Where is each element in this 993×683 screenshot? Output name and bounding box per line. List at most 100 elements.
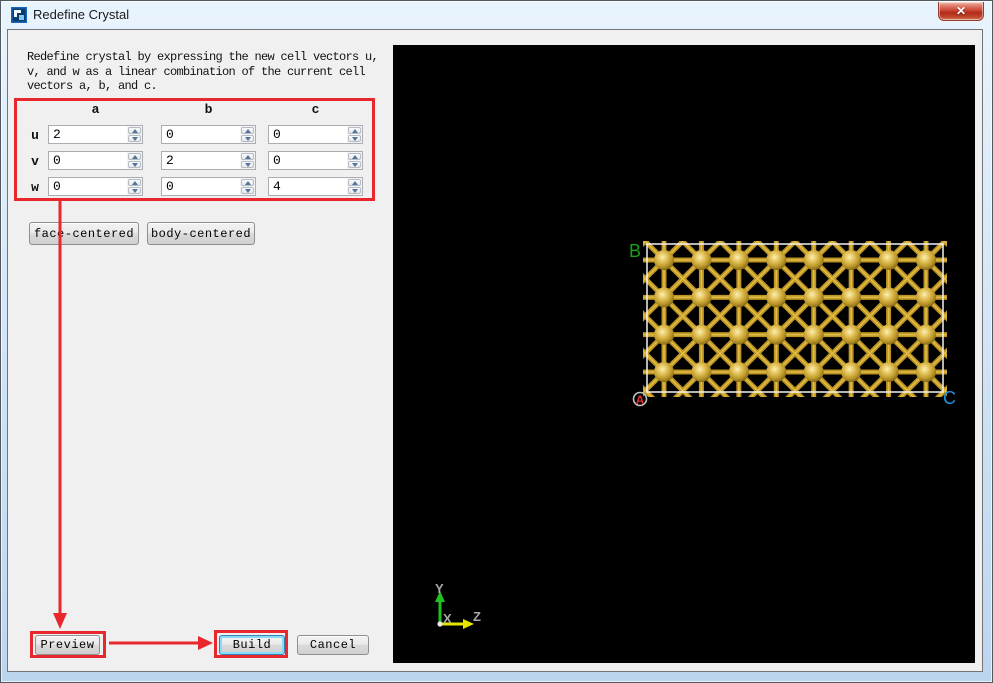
dialog-window: Redefine Crystal ✕ Redefine crystal by e… — [0, 0, 993, 683]
spinner-w-a — [127, 178, 142, 195]
atom — [804, 362, 824, 382]
matrix-col-header-a: a — [48, 102, 143, 117]
arrow-down-icon — [352, 163, 358, 167]
matrix-input-v-a[interactable] — [49, 152, 127, 169]
atom — [691, 250, 711, 270]
matrix-row-header-u: u — [27, 128, 43, 143]
cell-axis-c-label: C — [943, 388, 956, 408]
build-button[interactable]: Build — [219, 635, 285, 655]
spinner-w-c — [347, 178, 362, 195]
y-axis-label: Y — [435, 581, 444, 596]
matrix-input-w-a[interactable] — [49, 178, 127, 195]
spin-up-button[interactable] — [241, 153, 254, 160]
matrix-col-header-c: c — [268, 102, 363, 117]
spin-down-button[interactable] — [348, 187, 361, 194]
spin-down-button[interactable] — [241, 135, 254, 142]
annotation-arrow-down-head — [53, 613, 67, 629]
spin-down-button[interactable] — [348, 161, 361, 168]
structure-viewport-3d[interactable]: B A C Y Z X — [393, 45, 975, 663]
matrix-input-u-c[interactable] — [269, 126, 347, 143]
spin-down-button[interactable] — [128, 187, 141, 194]
atom — [841, 362, 861, 382]
spin-down-button[interactable] — [241, 161, 254, 168]
orientation-triad: Y Z X — [435, 581, 481, 629]
atom — [691, 362, 711, 382]
spin-down-button[interactable] — [128, 161, 141, 168]
arrow-down-icon — [245, 163, 251, 167]
cancel-button[interactable]: Cancel — [297, 635, 369, 655]
atom — [766, 362, 786, 382]
arrow-up-icon — [245, 181, 251, 185]
x-axis-label: X — [443, 611, 452, 626]
matrix-input-w-b[interactable] — [162, 178, 240, 195]
crystal-scene: B A C Y Z X — [393, 45, 975, 663]
matrix-input-v-c[interactable] — [269, 152, 347, 169]
matrix-cell-u-b — [161, 125, 256, 144]
arrow-up-icon — [245, 155, 251, 159]
spin-up-button[interactable] — [241, 127, 254, 134]
atom — [841, 325, 861, 345]
cell-axis-a-label: A — [636, 393, 645, 407]
atom — [729, 250, 749, 270]
atom — [841, 250, 861, 270]
arrow-down-icon — [245, 137, 251, 141]
matrix-input-u-a[interactable] — [49, 126, 127, 143]
arrow-down-icon — [352, 137, 358, 141]
spinner-w-b — [240, 178, 255, 195]
title-bar[interactable]: Redefine Crystal ✕ — [1, 1, 992, 29]
spin-down-button[interactable] — [348, 135, 361, 142]
matrix-cell-v-a — [48, 151, 143, 170]
spin-down-button[interactable] — [241, 187, 254, 194]
cell-axis-b-label: B — [629, 241, 641, 261]
arrow-down-icon — [245, 189, 251, 193]
spin-up-button[interactable] — [241, 179, 254, 186]
atom — [766, 250, 786, 270]
arrow-down-icon — [132, 163, 138, 167]
atom — [879, 250, 899, 270]
arrow-up-icon — [352, 181, 358, 185]
app-icon — [11, 7, 27, 23]
spin-down-button[interactable] — [128, 135, 141, 142]
spin-up-button[interactable] — [128, 127, 141, 134]
atom — [841, 287, 861, 307]
atom — [654, 325, 674, 345]
arrow-up-icon — [245, 129, 251, 133]
matrix-cell-u-c — [268, 125, 363, 144]
spinner-v-b — [240, 152, 255, 169]
atom — [916, 287, 936, 307]
atom — [654, 362, 674, 382]
spin-up-button[interactable] — [128, 153, 141, 160]
atom — [729, 362, 749, 382]
atom — [804, 325, 824, 345]
matrix-col-header-b: b — [161, 102, 256, 117]
spin-up-button[interactable] — [128, 179, 141, 186]
matrix-cell-w-b — [161, 177, 256, 196]
matrix-cell-v-c — [268, 151, 363, 170]
preview-button[interactable]: Preview — [35, 635, 100, 655]
matrix-row-header-w: w — [27, 180, 43, 195]
atom — [729, 325, 749, 345]
close-button[interactable]: ✕ — [938, 2, 984, 21]
spinner-u-c — [347, 126, 362, 143]
close-icon: ✕ — [956, 5, 966, 17]
spin-up-button[interactable] — [348, 127, 361, 134]
matrix-input-w-c[interactable] — [269, 178, 347, 195]
matrix-input-v-b[interactable] — [162, 152, 240, 169]
atom — [879, 325, 899, 345]
arrow-up-icon — [132, 129, 138, 133]
matrix-row-header-v: v — [27, 154, 43, 169]
body-centered-button[interactable]: body-centered — [147, 222, 255, 245]
arrow-up-icon — [132, 155, 138, 159]
face-centered-button[interactable]: face-centered — [29, 222, 139, 245]
arrow-down-icon — [352, 189, 358, 193]
instruction-text: Redefine crystal by expressing the new c… — [27, 50, 379, 94]
triad-origin-dot — [437, 621, 442, 626]
spin-up-button[interactable] — [348, 153, 361, 160]
matrix-cell-v-b — [161, 151, 256, 170]
matrix-input-u-b[interactable] — [162, 126, 240, 143]
atom — [804, 250, 824, 270]
spin-up-button[interactable] — [348, 179, 361, 186]
arrow-down-icon — [132, 137, 138, 141]
atom — [916, 250, 936, 270]
annotation-arrow-right-head — [198, 636, 213, 650]
